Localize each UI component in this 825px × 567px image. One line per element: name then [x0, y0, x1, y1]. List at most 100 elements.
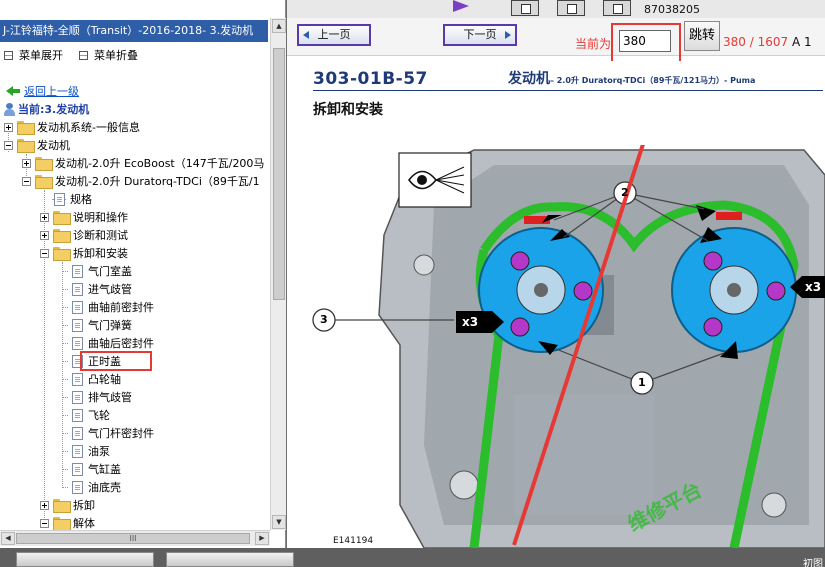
- scroll-down-icon[interactable]: ▼: [272, 515, 286, 529]
- folder-open-icon: [35, 175, 53, 189]
- tree-item[interactable]: 拆卸和安装: [40, 244, 128, 262]
- tree-item-label: 解体: [73, 517, 95, 530]
- app-window: J-江铃福特-全顺（Transit）-2016-2018- 3.发动机 菜单展开…: [0, 0, 825, 567]
- tree-item[interactable]: 进气歧管: [72, 280, 132, 298]
- tree-item-label: 曲轴后密封件: [88, 337, 154, 350]
- tree-item[interactable]: 解体: [40, 514, 95, 530]
- header-sub: – 2.0升 Duratorq-TDCi（89千瓦/121马力）- Puma: [550, 76, 756, 85]
- tree-item-label: 拆卸: [73, 499, 95, 512]
- tree-vertical-scrollbar[interactable]: ▲ ▼: [270, 18, 286, 530]
- tree-item[interactable]: 发动机系统-一般信息: [4, 118, 140, 136]
- collapse-toggle-icon[interactable]: [22, 176, 31, 186]
- folder-icon: [53, 499, 71, 513]
- tree-item-label: 发动机系统-一般信息: [37, 121, 140, 134]
- tree-item-label: 进气歧管: [88, 283, 132, 296]
- page-count: 380 / 1607 A 1: [723, 35, 812, 49]
- toolbar-first-icon[interactable]: [511, 0, 539, 16]
- figure-id: E141194: [333, 536, 374, 546]
- expand-icon: [4, 50, 13, 60]
- expand-toggle-icon[interactable]: [40, 500, 49, 510]
- document-icon: [72, 282, 83, 296]
- next-page-button[interactable]: 下一页: [443, 24, 517, 46]
- toolbar-split-icon[interactable]: [557, 0, 585, 16]
- tree-item-label: 发动机-2.0升 EcoBoost（147千瓦/200马: [55, 157, 265, 170]
- folder-open-icon: [53, 517, 71, 530]
- tree-item[interactable]: 发动机-2.0升 EcoBoost（147千瓦/200马: [22, 154, 264, 172]
- toolbar-last-icon[interactable]: [603, 0, 631, 16]
- play-icon[interactable]: [453, 0, 469, 12]
- tree-item-label: 气门杆密封件: [88, 427, 154, 440]
- taskbar-button[interactable]: [166, 552, 294, 567]
- current-location-label: 当前:3.发动机: [18, 103, 90, 116]
- scroll-left-icon[interactable]: ◀: [1, 532, 15, 545]
- manual-title-bar: J-江铃福特-全顺（Transit）-2016-2018- 3.发动机: [0, 20, 268, 42]
- scroll-thumb[interactable]: [273, 48, 285, 300]
- callout-2: 2: [621, 186, 629, 199]
- collapse-icon: [79, 50, 88, 60]
- tree-controls: 菜单展开 菜单折叠: [4, 47, 138, 63]
- next-arrow-icon: [505, 31, 511, 39]
- taskbar-button[interactable]: [16, 552, 154, 567]
- document-icon: [72, 336, 83, 350]
- expand-toggle-icon[interactable]: [40, 212, 49, 222]
- manual-page: 303-01B-57 发动机– 2.0升 Duratorq-TDCi（89千瓦/…: [296, 61, 825, 548]
- tree-item[interactable]: 气门室盖: [72, 262, 132, 280]
- scroll-thumb-horizontal[interactable]: III: [16, 533, 250, 544]
- folder-icon: [35, 157, 53, 171]
- document-icon: [72, 390, 83, 404]
- collapse-toggle-icon[interactable]: [4, 140, 13, 150]
- top-toolbar-strip: 87038205: [287, 0, 825, 18]
- document-icon: [72, 444, 83, 458]
- tree-item[interactable]: 凸轮轴: [72, 370, 121, 388]
- tree-item[interactable]: 油泵: [72, 442, 110, 460]
- back-up-link[interactable]: 返回上一级: [6, 83, 79, 99]
- scroll-right-icon[interactable]: ▶: [255, 532, 269, 545]
- tree-item[interactable]: 曲轴后密封件: [72, 334, 154, 352]
- timing-gear-illustration: [304, 145, 825, 548]
- document-icon: [54, 192, 65, 206]
- tree-item[interactable]: 飞轮: [72, 406, 110, 424]
- folder-icon: [53, 229, 71, 243]
- tree-horizontal-scrollbar[interactable]: ◀ III ▶: [0, 530, 270, 546]
- tree-item-label: 发动机-2.0升 Duratorq-TDCi（89千瓦/1: [55, 175, 260, 188]
- tree-item-label: 油泵: [88, 445, 110, 458]
- back-arrow-icon: [6, 86, 20, 96]
- expand-toggle-icon[interactable]: [22, 158, 31, 168]
- tree-item-label: 规格: [70, 193, 92, 206]
- tree-item[interactable]: 发动机: [4, 136, 70, 154]
- jump-button[interactable]: 跳转: [684, 21, 720, 51]
- tree-item[interactable]: 气门弹簧: [72, 316, 132, 334]
- expand-menu-button[interactable]: 菜单展开: [4, 47, 63, 63]
- collapse-toggle-icon[interactable]: [40, 518, 49, 528]
- tree-item-label: 排气歧管: [88, 391, 132, 404]
- collapse-menu-button[interactable]: 菜单折叠: [79, 47, 138, 63]
- document-icon: [72, 408, 83, 422]
- page-code: 303-01B-57: [313, 69, 428, 89]
- tree-item-label: 拆卸和安装: [73, 247, 128, 260]
- tree-item[interactable]: 说明和操作: [40, 208, 128, 226]
- prev-page-button[interactable]: 上一页: [297, 24, 371, 46]
- expand-toggle-icon[interactable]: [4, 122, 13, 132]
- multiplier-label-left: x3: [462, 315, 479, 329]
- tree-item[interactable]: 诊断和测试: [40, 226, 128, 244]
- tree-item[interactable]: 气缸盖: [72, 460, 121, 478]
- folder-open-icon: [17, 139, 35, 153]
- folder-icon: [17, 121, 35, 135]
- tree-item[interactable]: 规格: [54, 190, 92, 208]
- tree-item[interactable]: 油底壳: [72, 478, 121, 496]
- tree-item[interactable]: 发动机-2.0升 Duratorq-TDCi（89千瓦/1: [22, 172, 260, 190]
- tree-item[interactable]: 排气歧管: [72, 388, 132, 406]
- document-icon: [72, 372, 83, 386]
- section-title: 拆卸和安装: [313, 102, 383, 118]
- collapse-toggle-icon[interactable]: [40, 248, 49, 258]
- page-header: 发动机– 2.0升 Duratorq-TDCi（89千瓦/121马力）- Pum…: [508, 68, 755, 88]
- back-up-label: 返回上一级: [24, 85, 79, 98]
- tree-item[interactable]: 气门杆密封件: [72, 424, 154, 442]
- scroll-up-icon[interactable]: ▲: [272, 19, 286, 33]
- expand-toggle-icon[interactable]: [40, 230, 49, 240]
- callout-1: 1: [638, 376, 646, 389]
- prev-arrow-icon: [303, 31, 309, 39]
- tree-item[interactable]: 曲轴前密封件: [72, 298, 154, 316]
- document-icon: [72, 426, 83, 440]
- tree-item[interactable]: 拆卸: [40, 496, 95, 514]
